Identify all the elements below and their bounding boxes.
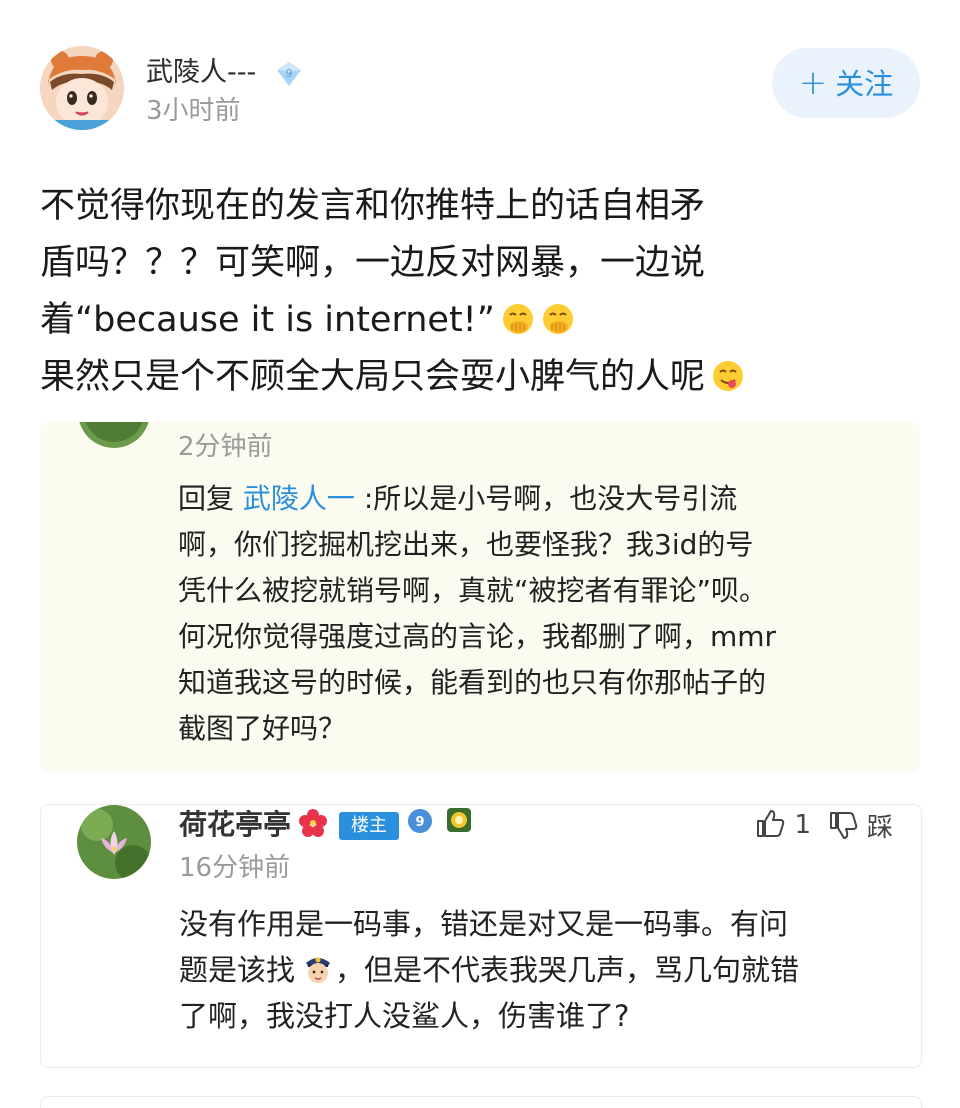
owner-badge: 楼主 [339, 812, 400, 840]
level-badge-icon: 9 [275, 60, 303, 88]
reply-author-name-text: 荷花亭亭 [179, 808, 292, 841]
reply-line: 没有作用是一码事，错还是对又是一码事。有问 [179, 907, 789, 941]
reply-line-text: 题是该找 [179, 953, 296, 987]
reply-time: 2分钟前 [178, 432, 273, 462]
medal-icon [445, 806, 473, 834]
dislike-button[interactable]: 踩 [827, 807, 893, 844]
post-content: 不觉得你现在的发言和你推特上的话自相矛 盾吗？？？可笑啊，一边反对网暴，一边说 … [40, 178, 920, 406]
thumbs-up-icon [757, 810, 785, 837]
avatar[interactable] [77, 805, 151, 879]
hand-over-mouth-emoji-icon [501, 297, 535, 334]
reply-line-with-emoji: 题是该找 ，但是不代表我哭几声，骂几句就错 [179, 947, 899, 993]
avatar[interactable] [40, 46, 124, 130]
reply-line: 知道我这号的时候，能看到的也只有你那帖子的 [178, 666, 767, 699]
plus-icon: + [798, 63, 828, 103]
avatar[interactable] [78, 422, 150, 448]
reply-card[interactable]: 荷花亭亭 楼主 9 16分钟前 1 踩 没有作用是一码事，错还是对又是一码事。有问 … [40, 804, 922, 1068]
reply-line-rest: :所以是小号啊，也没大号引流 [354, 482, 738, 515]
post-line: 盾吗？？？可笑啊，一边反对网暴，一边说 [40, 243, 706, 283]
reply-author-name[interactable]: 荷花亭亭 楼主 9 [179, 805, 473, 843]
post-line: 不觉得你现在的发言和你推特上的话自相矛 [40, 186, 706, 226]
level-number: 9 [285, 67, 292, 80]
reply-content: 回复 武陵人一 :所以是小号啊，也没大号引流 啊，你们挖掘机挖出来，也要怪我？我… [178, 476, 898, 752]
reply-line: 截图了好吗？ [178, 712, 347, 745]
like-count: 1 [794, 810, 811, 840]
post-line-with-emoji: 果然只是个不顾全大局只会耍小脾气的人呢 [40, 349, 920, 406]
reply-line: 啊，你们挖掘机挖出来，也要怪我？我3id的号 [178, 528, 754, 561]
follow-label: 关注 [835, 67, 894, 101]
next-reply-card[interactable] [40, 1096, 922, 1108]
post-header: 武陵人--- 9 3小时前 + 关注 [40, 42, 920, 132]
reply-line: 何况你觉得强度过高的言论，我都删了啊，mmr [178, 620, 777, 653]
mention-link[interactable]: 武陵人一 [243, 482, 355, 515]
dislike-label: 踩 [866, 813, 893, 843]
post-time: 3小时前 [146, 96, 241, 126]
reply-content: 没有作用是一码事，错还是对又是一码事。有问 题是该找 ，但是不代表我哭几声，骂几句… [179, 901, 899, 1039]
thumbs-down-icon [829, 812, 857, 839]
post-line-with-emoji: 着“because it is internet!” [40, 292, 920, 349]
post-author-name-text: 武陵人--- [146, 57, 257, 88]
level-badge-icon: 9 [407, 808, 433, 834]
reply-line: 凭什么被挖就销号啊，真就“被挖者有罪论”呗。 [178, 574, 768, 607]
reply-line-text: ，但是不代表我哭几声，骂几句就错 [335, 953, 800, 987]
hibiscus-emoji-icon [297, 807, 329, 839]
reply-line: 了啊，我没打人没鲨人，伤害谁了? [179, 999, 630, 1033]
reply-card[interactable]: 2分钟前 回复 武陵人一 :所以是小号啊，也没大号引流 啊，你们挖掘机挖出来，也… [40, 422, 920, 772]
hand-over-mouth-emoji-icon [541, 297, 575, 334]
reply-line: 回复 武陵人一 :所以是小号啊，也没大号引流 [178, 476, 898, 522]
yum-face-emoji-icon [711, 354, 745, 391]
police-officer-emoji-icon [301, 951, 335, 985]
post-author-name[interactable]: 武陵人--- 9 [146, 50, 303, 89]
post-detail-page: 武陵人--- 9 3小时前 + 关注 不觉得你现在的发言和你推特上的话自相矛 盾吗… [0, 0, 960, 1108]
reply-time: 16分钟前 [179, 853, 291, 883]
like-button[interactable]: 1 [754, 807, 811, 840]
post-line-text: 果然只是个不顾全大局只会耍小脾气的人呢 [40, 357, 706, 397]
level-number: 9 [415, 815, 424, 830]
follow-button[interactable]: + 关注 [772, 48, 920, 118]
reply-prefix: 回复 [178, 482, 243, 515]
post-line-text: 着“because it is internet!” [40, 300, 495, 340]
